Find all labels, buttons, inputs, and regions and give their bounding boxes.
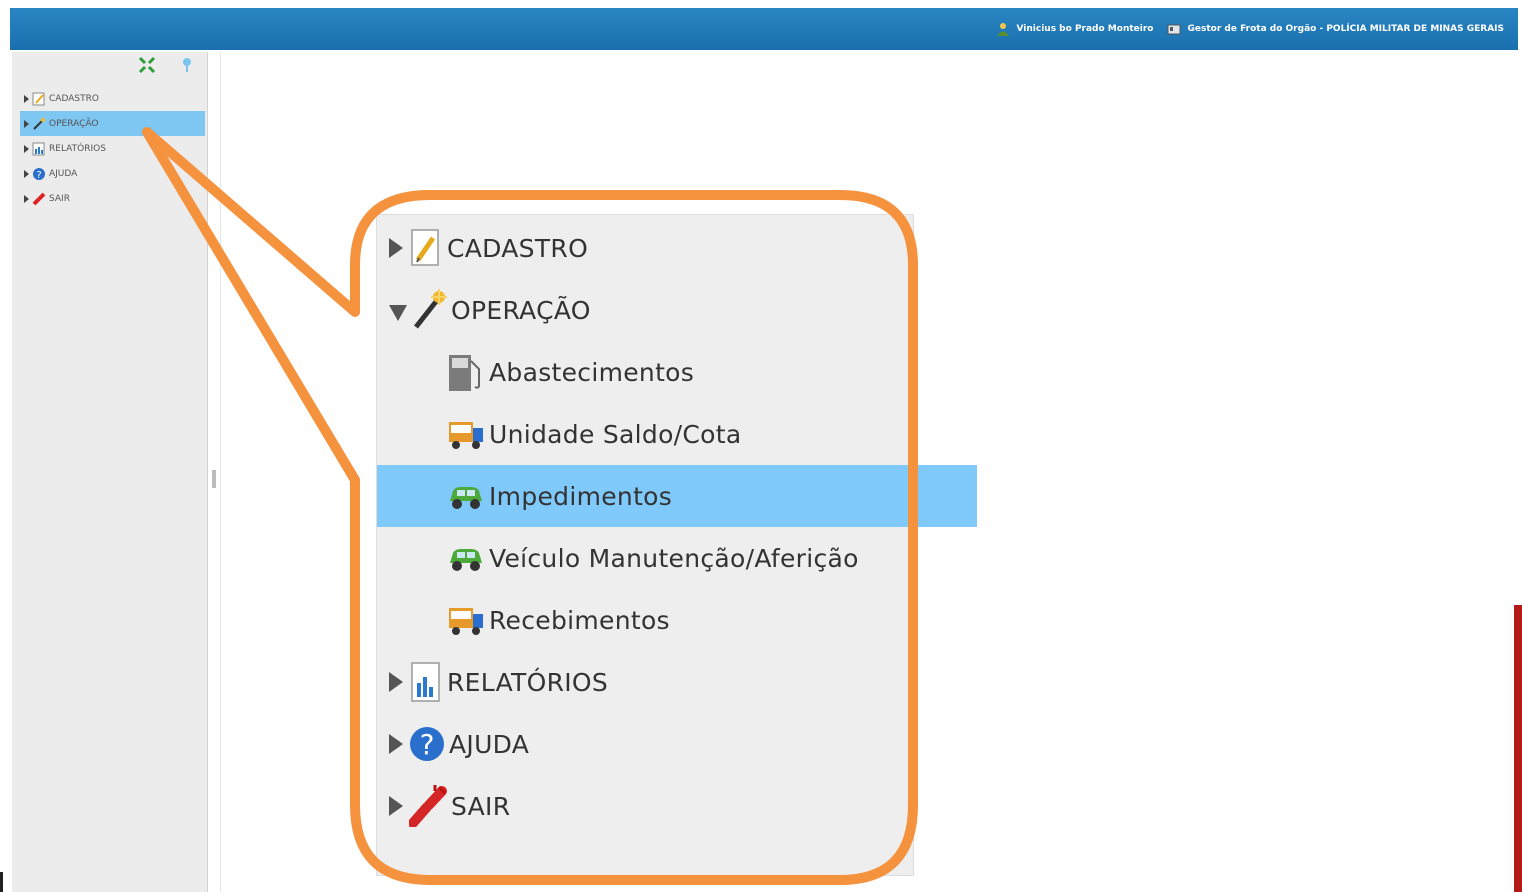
edge-mark [0,872,3,892]
edge-accent [1514,605,1522,892]
callout-outline [142,127,918,885]
